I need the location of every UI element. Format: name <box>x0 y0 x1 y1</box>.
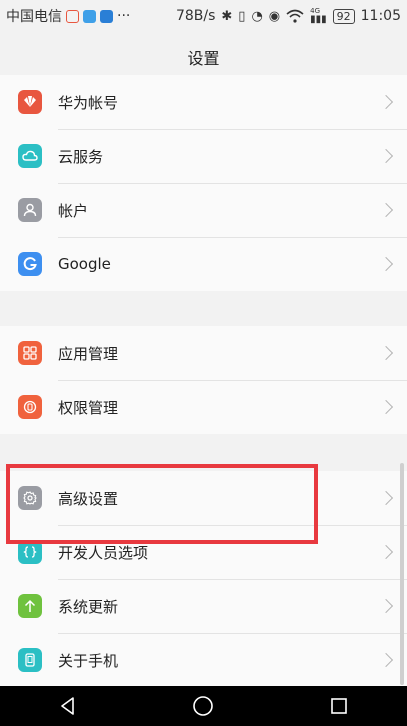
settings-group-apps: 应用管理 权限管理 <box>0 326 407 434</box>
chevron-right-icon <box>378 202 394 218</box>
wifi-icon <box>286 9 304 23</box>
settings-item-system-update[interactable]: 系统更新 <box>0 579 407 633</box>
cloud-icon <box>18 144 42 168</box>
scrollbar[interactable] <box>400 463 404 685</box>
status-bar: 中国电信 ··· 78B/s ✱ ▯ ◔ ◉ 4G ▮▮▮ 92 11:05 <box>0 0 407 32</box>
settings-item-label: 系统更新 <box>58 597 119 616</box>
chevron-right-icon <box>378 256 394 272</box>
clock: 11:05 <box>360 8 401 24</box>
more-notifications-indicator: ··· <box>117 8 131 24</box>
settings-item-label: 开发人员选项 <box>58 543 149 562</box>
chevron-right-icon <box>378 94 394 110</box>
back-triangle-icon <box>61 697 74 715</box>
settings-group-system: 高级设置 开发人员选项 系统更新 关于手机 <box>0 471 407 687</box>
settings-item-label: 云服务 <box>58 147 104 166</box>
home-button[interactable] <box>183 686 223 726</box>
settings-item-developer-options[interactable]: 开发人员选项 <box>0 525 407 579</box>
settings-item-label: 高级设置 <box>58 489 119 508</box>
back-button[interactable] <box>48 686 88 726</box>
code-braces-icon <box>18 540 42 564</box>
alarm-icon: ◔ <box>251 8 263 24</box>
huawei-logo-icon <box>18 90 42 114</box>
vibrate-icon: ▯ <box>238 8 246 24</box>
settings-item-app-management[interactable]: 应用管理 <box>0 326 407 380</box>
settings-item-advanced-settings[interactable]: 高级设置 <box>0 471 407 525</box>
battery-icon: 92 <box>332 8 355 24</box>
signal-icon: ▮▮▮ <box>310 13 327 25</box>
chevron-right-icon <box>378 148 394 164</box>
message-notification-icon <box>66 9 79 23</box>
permission-icon <box>18 395 42 419</box>
chevron-right-icon <box>378 652 394 668</box>
arrow-up-icon <box>18 594 42 618</box>
carrier-label: 中国电信 <box>6 9 62 25</box>
chevron-right-icon <box>378 399 394 415</box>
chat-notification-icon <box>83 9 96 23</box>
chevron-right-icon <box>378 345 394 361</box>
recents-button[interactable] <box>319 686 359 726</box>
settings-item-accounts[interactable]: 帐户 <box>0 183 407 237</box>
page-title: 设置 <box>187 49 220 68</box>
person-icon <box>18 198 42 222</box>
settings-item-cloud[interactable]: 云服务 <box>0 129 407 183</box>
settings-item-label: 华为帐号 <box>58 93 119 112</box>
recents-square-icon <box>331 698 347 714</box>
gear-icon <box>18 486 42 510</box>
chevron-right-icon <box>378 490 394 506</box>
settings-item-google[interactable]: Google <box>0 237 407 291</box>
home-circle-icon <box>193 696 214 716</box>
phone-icon <box>18 648 42 672</box>
chevron-right-icon <box>378 598 394 614</box>
google-g-icon <box>18 252 42 276</box>
eye-comfort-icon: ◉ <box>268 8 281 24</box>
apps-grid-icon <box>18 341 42 365</box>
settings-item-label: 应用管理 <box>58 344 119 363</box>
bluetooth-icon: ✱ <box>221 8 233 24</box>
settings-item-label: 关于手机 <box>58 651 119 670</box>
settings-item-permission-management[interactable]: 权限管理 <box>0 380 407 434</box>
settings-item-label: Google <box>58 255 111 273</box>
chevron-right-icon <box>378 544 394 560</box>
network-speed: 78B/s <box>175 8 216 24</box>
settings-item-about-phone[interactable]: 关于手机 <box>0 633 407 687</box>
settings-item-label: 帐户 <box>58 201 89 220</box>
navigation-bar <box>0 686 407 726</box>
settings-group-account: 华为帐号 云服务 帐户 Google <box>0 75 407 291</box>
app-notification-icon <box>100 9 113 23</box>
settings-item-huawei-account[interactable]: 华为帐号 <box>0 75 407 129</box>
settings-item-label: 权限管理 <box>58 398 119 417</box>
